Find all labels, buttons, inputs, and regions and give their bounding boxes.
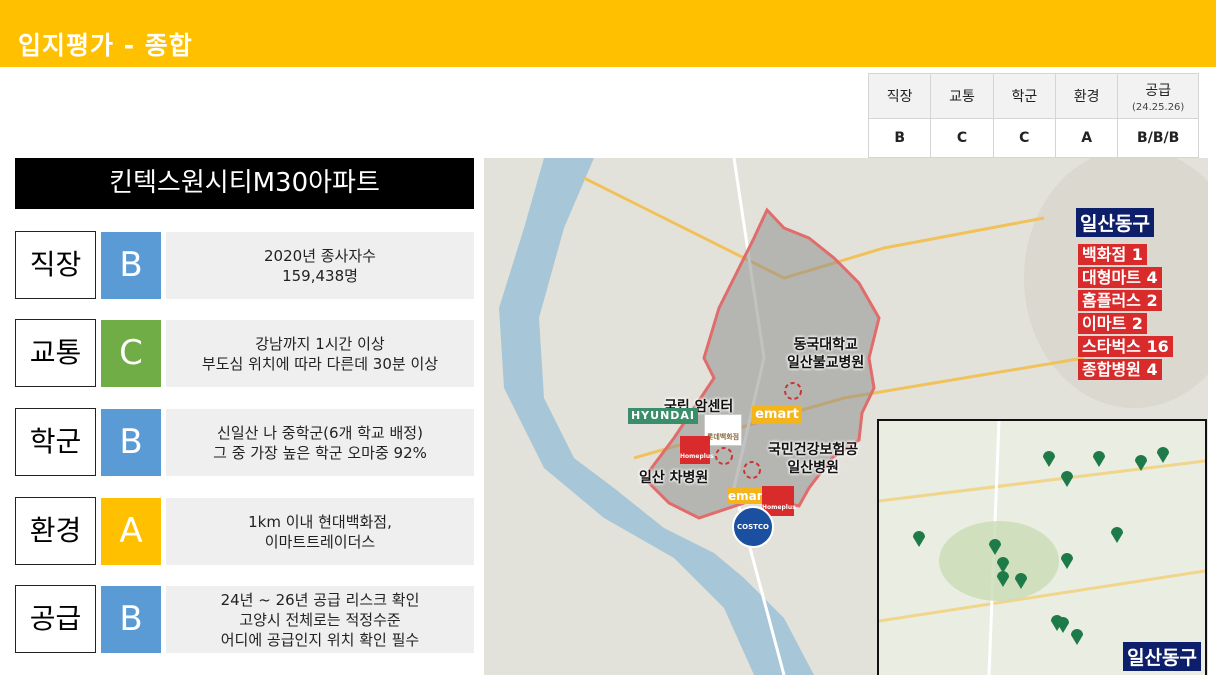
hyundai-logo: HYUNDAI <box>628 408 698 424</box>
amenity-badge: 백화점 1 <box>1078 244 1147 265</box>
grade-header-cell: 직장 <box>867 73 932 119</box>
criterion-grade: B <box>101 232 161 299</box>
criterion-grade: B <box>101 586 161 653</box>
criterion-row: 교통 C 강남까지 1시간 이상 부도심 위치에 따라 다른데 30분 이상 <box>15 319 474 387</box>
criterion-row: 직장 B 2020년 종사자수 159,438명 <box>15 231 474 299</box>
criterion-description: 강남까지 1시간 이상 부도심 위치에 따라 다른데 30분 이상 <box>166 320 474 387</box>
criterion-description: 신일산 나 중학군(6개 학교 배정) 그 중 가장 높은 학군 오마중 92% <box>166 409 474 476</box>
description-line: 1km 이내 현대백화점, <box>248 512 392 531</box>
criterion-label: 교통 <box>15 319 96 387</box>
criterion-row: 학군 B 신일산 나 중학군(6개 학교 배정) 그 중 가장 높은 학군 오마중 9… <box>15 408 474 476</box>
grade-header-cell: 학군 <box>992 73 1056 119</box>
grade-table-header-row: 직장 교통 학군 환경 공급 (24.25.26) <box>867 73 1199 119</box>
criterion-description: 1km 이내 현대백화점, 이마트트레이더스 <box>166 498 474 565</box>
criterion-label: 직장 <box>15 231 96 299</box>
description-line: 이마트트레이더스 <box>264 532 376 551</box>
criterion-label: 환경 <box>15 497 96 565</box>
amenity-badge: 홈플러스 2 <box>1078 290 1162 311</box>
criterion-grade: C <box>101 320 161 387</box>
inset-district-title: 일산동구 <box>1123 642 1201 671</box>
grade-value-cell: B <box>867 118 932 158</box>
starbucks-inset-map: 일산동구 <box>877 419 1207 675</box>
criterion-row: 환경 A 1km 이내 현대백화점, 이마트트레이더스 <box>15 497 474 565</box>
page-title: 입지평가 - 종합 <box>18 31 193 60</box>
description-line: 24년 ~ 26년 공급 리스크 확인 <box>220 590 420 609</box>
grade-table-value-row: B C C A B/B/B <box>867 118 1199 158</box>
description-line: 그 중 가장 높은 학군 오마중 92% <box>213 443 427 462</box>
cha-hospital-label: 일산 차병원 <box>639 470 709 486</box>
criterion-description: 24년 ~ 26년 공급 리스크 확인 고양시 전체로는 적정수준 어디에 공급인지… <box>166 586 474 653</box>
grade-value-cell: A <box>1054 118 1119 158</box>
criterion-grade: A <box>101 498 161 565</box>
grade-value-cell: C <box>992 118 1056 158</box>
description-line: 어디에 공급인지 위치 확인 필수 <box>220 630 420 649</box>
description-line: 강남까지 1시간 이상 <box>255 334 385 353</box>
grade-value-cell: B/B/B <box>1117 118 1199 158</box>
description-line: 신일산 나 중학군(6개 학교 배정) <box>217 423 423 442</box>
district-title: 일산동구 <box>1076 208 1154 237</box>
criterion-label: 학군 <box>15 408 96 476</box>
grade-header-cell: 공급 (24.25.26) <box>1117 73 1199 119</box>
description-line: 159,438명 <box>282 266 358 285</box>
amenity-badge: 스타벅스 16 <box>1078 336 1173 357</box>
grade-value-cell: C <box>930 118 994 158</box>
amenity-badge: 대형마트 4 <box>1078 267 1162 288</box>
location-map: 동국대학교 일산불교병원 국립 암센터 국민건강보험공 일산병원 일산 차병원 HY… <box>484 158 1208 675</box>
grade-header-cell: 환경 <box>1054 73 1119 119</box>
description-line: 부도심 위치에 따라 다른데 30분 이상 <box>201 354 439 373</box>
description-line: 고양시 전체로는 적정수준 <box>239 610 401 629</box>
property-name: 킨텍스원시티M30아파트 <box>15 158 474 209</box>
dongguk-hospital-label: 동국대학교 일산불교병원 <box>787 337 865 371</box>
amenity-badge: 종합병원 4 <box>1078 359 1162 380</box>
criterion-row: 공급 B 24년 ~ 26년 공급 리스크 확인 고양시 전체로는 적정수준 어디에 공… <box>15 585 474 653</box>
emart-logo-2: emart <box>728 488 769 504</box>
criterion-grade: B <box>101 409 161 476</box>
criterion-label: 공급 <box>15 585 96 653</box>
grade-header-cell: 교통 <box>930 73 994 119</box>
header-bar: 입지평가 - 종합 <box>0 0 1216 67</box>
costco-logo: COSTCO <box>732 506 774 548</box>
criterion-description: 2020년 종사자수 159,438명 <box>166 232 474 299</box>
description-line: 2020년 종사자수 <box>264 246 376 265</box>
nhis-hospital-label: 국민건강보험공 일산병원 <box>768 442 859 476</box>
inset-map-graphic <box>879 421 1205 675</box>
emart-logo: emart <box>752 406 802 424</box>
grade-summary-table: 직장 교통 학군 환경 공급 (24.25.26) B C C A B/B/B <box>867 73 1199 158</box>
amenity-badge: 이마트 2 <box>1078 313 1147 334</box>
homeplus-logo: Homeplus <box>680 436 714 464</box>
